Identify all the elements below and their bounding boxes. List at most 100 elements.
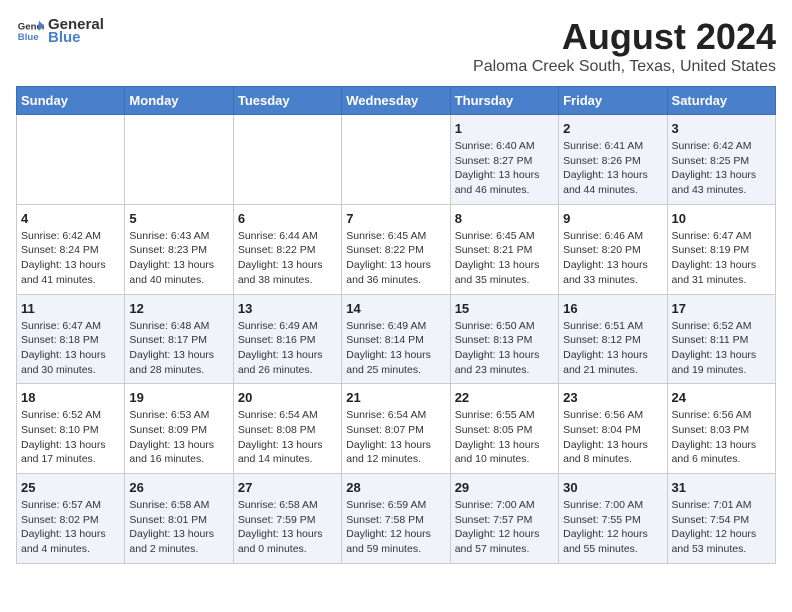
day-number: 1 xyxy=(455,121,554,136)
day-number: 17 xyxy=(672,301,771,316)
day-info: Sunrise: 7:00 AM Sunset: 7:57 PM Dayligh… xyxy=(455,498,554,557)
day-info: Sunrise: 6:43 AM Sunset: 8:23 PM Dayligh… xyxy=(129,229,228,288)
day-number: 7 xyxy=(346,211,445,226)
day-info: Sunrise: 6:45 AM Sunset: 8:21 PM Dayligh… xyxy=(455,229,554,288)
day-number: 26 xyxy=(129,480,228,495)
day-info: Sunrise: 6:47 AM Sunset: 8:19 PM Dayligh… xyxy=(672,229,771,288)
calendar-cell: 25Sunrise: 6:57 AM Sunset: 8:02 PM Dayli… xyxy=(17,474,125,564)
day-number: 9 xyxy=(563,211,662,226)
day-number: 14 xyxy=(346,301,445,316)
calendar-cell xyxy=(17,115,125,205)
day-info: Sunrise: 7:00 AM Sunset: 7:55 PM Dayligh… xyxy=(563,498,662,557)
day-number: 10 xyxy=(672,211,771,226)
day-info: Sunrise: 6:57 AM Sunset: 8:02 PM Dayligh… xyxy=(21,498,120,557)
day-number: 15 xyxy=(455,301,554,316)
calendar-cell: 6 Sunrise: 6:44 AM Sunset: 8:22 PM Daylig… xyxy=(233,204,341,294)
day-number: 23 xyxy=(563,390,662,405)
calendar-cell: 23 Sunrise: 6:56 AM Sunset: 8:04 PM Dayli… xyxy=(559,384,667,474)
day-number: 12 xyxy=(129,301,228,316)
weekday-header-row: SundayMondayTuesdayWednesdayThursdayFrid… xyxy=(17,87,776,115)
calendar-cell: 9Sunrise: 6:46 AM Sunset: 8:20 PM Daylig… xyxy=(559,204,667,294)
day-info: Sunrise: 6:53 AM Sunset: 8:09 PM Dayligh… xyxy=(129,408,228,467)
calendar-cell: 15 Sunrise: 6:50 AM Sunset: 8:13 PM Dayli… xyxy=(450,294,558,384)
weekday-header-thursday: Thursday xyxy=(450,87,558,115)
week-row-5: 25Sunrise: 6:57 AM Sunset: 8:02 PM Dayli… xyxy=(17,474,776,564)
day-number: 16 xyxy=(563,301,662,316)
day-info: Sunrise: 6:58 AM Sunset: 8:01 PM Dayligh… xyxy=(129,498,228,557)
day-number: 29 xyxy=(455,480,554,495)
week-row-3: 11Sunrise: 6:47 AM Sunset: 8:18 PM Dayli… xyxy=(17,294,776,384)
day-info: Sunrise: 6:42 AM Sunset: 8:24 PM Dayligh… xyxy=(21,229,120,288)
calendar-cell: 29 Sunrise: 7:00 AM Sunset: 7:57 PM Dayli… xyxy=(450,474,558,564)
day-number: 19 xyxy=(129,390,228,405)
day-info: Sunrise: 6:54 AM Sunset: 8:08 PM Dayligh… xyxy=(238,408,337,467)
calendar-cell: 2Sunrise: 6:41 AM Sunset: 8:26 PM Daylig… xyxy=(559,115,667,205)
calendar-cell: 8 Sunrise: 6:45 AM Sunset: 8:21 PM Daylig… xyxy=(450,204,558,294)
day-number: 18 xyxy=(21,390,120,405)
week-row-4: 18 Sunrise: 6:52 AM Sunset: 8:10 PM Dayli… xyxy=(17,384,776,474)
calendar-cell: 28 Sunrise: 6:59 AM Sunset: 7:58 PM Dayli… xyxy=(342,474,450,564)
calendar-cell: 30 Sunrise: 7:00 AM Sunset: 7:55 PM Dayli… xyxy=(559,474,667,564)
calendar-cell: 5 Sunrise: 6:43 AM Sunset: 8:23 PM Daylig… xyxy=(125,204,233,294)
main-title: August 2024 xyxy=(473,16,776,58)
calendar-cell: 4 Sunrise: 6:42 AM Sunset: 8:24 PM Daylig… xyxy=(17,204,125,294)
calendar-table: SundayMondayTuesdayWednesdayThursdayFrid… xyxy=(16,86,776,564)
day-info: Sunrise: 6:48 AM Sunset: 8:17 PM Dayligh… xyxy=(129,319,228,378)
calendar-cell xyxy=(125,115,233,205)
day-number: 5 xyxy=(129,211,228,226)
calendar-cell: 10 Sunrise: 6:47 AM Sunset: 8:19 PM Dayli… xyxy=(667,204,775,294)
calendar-cell: 21 Sunrise: 6:54 AM Sunset: 8:07 PM Dayli… xyxy=(342,384,450,474)
day-number: 31 xyxy=(672,480,771,495)
weekday-header-friday: Friday xyxy=(559,87,667,115)
calendar-cell: 20 Sunrise: 6:54 AM Sunset: 8:08 PM Dayli… xyxy=(233,384,341,474)
calendar-cell: 16Sunrise: 6:51 AM Sunset: 8:12 PM Dayli… xyxy=(559,294,667,384)
day-info: Sunrise: 6:44 AM Sunset: 8:22 PM Dayligh… xyxy=(238,229,337,288)
day-info: Sunrise: 6:56 AM Sunset: 8:04 PM Dayligh… xyxy=(563,408,662,467)
weekday-header-tuesday: Tuesday xyxy=(233,87,341,115)
day-info: Sunrise: 6:59 AM Sunset: 7:58 PM Dayligh… xyxy=(346,498,445,557)
day-info: Sunrise: 6:50 AM Sunset: 8:13 PM Dayligh… xyxy=(455,319,554,378)
calendar-cell: 31 Sunrise: 7:01 AM Sunset: 7:54 PM Dayli… xyxy=(667,474,775,564)
svg-text:Blue: Blue xyxy=(18,32,39,43)
day-info: Sunrise: 6:41 AM Sunset: 8:26 PM Dayligh… xyxy=(563,139,662,198)
weekday-header-monday: Monday xyxy=(125,87,233,115)
day-info: Sunrise: 6:52 AM Sunset: 8:10 PM Dayligh… xyxy=(21,408,120,467)
day-info: Sunrise: 6:49 AM Sunset: 8:14 PM Dayligh… xyxy=(346,319,445,378)
day-number: 30 xyxy=(563,480,662,495)
day-info: Sunrise: 6:45 AM Sunset: 8:22 PM Dayligh… xyxy=(346,229,445,288)
calendar-cell: 14 Sunrise: 6:49 AM Sunset: 8:14 PM Dayli… xyxy=(342,294,450,384)
weekday-header-wednesday: Wednesday xyxy=(342,87,450,115)
calendar-cell: 22 Sunrise: 6:55 AM Sunset: 8:05 PM Dayli… xyxy=(450,384,558,474)
calendar-cell: 24 Sunrise: 6:56 AM Sunset: 8:03 PM Dayli… xyxy=(667,384,775,474)
day-info: Sunrise: 6:56 AM Sunset: 8:03 PM Dayligh… xyxy=(672,408,771,467)
day-info: Sunrise: 6:42 AM Sunset: 8:25 PM Dayligh… xyxy=(672,139,771,198)
day-info: Sunrise: 6:55 AM Sunset: 8:05 PM Dayligh… xyxy=(455,408,554,467)
day-number: 20 xyxy=(238,390,337,405)
calendar-cell: 7 Sunrise: 6:45 AM Sunset: 8:22 PM Daylig… xyxy=(342,204,450,294)
calendar-cell: 27Sunrise: 6:58 AM Sunset: 7:59 PM Dayli… xyxy=(233,474,341,564)
day-info: Sunrise: 6:40 AM Sunset: 8:27 PM Dayligh… xyxy=(455,139,554,198)
day-number: 4 xyxy=(21,211,120,226)
day-number: 28 xyxy=(346,480,445,495)
day-info: Sunrise: 6:47 AM Sunset: 8:18 PM Dayligh… xyxy=(21,319,120,378)
day-number: 8 xyxy=(455,211,554,226)
weekday-header-sunday: Sunday xyxy=(17,87,125,115)
calendar-cell: 26 Sunrise: 6:58 AM Sunset: 8:01 PM Dayli… xyxy=(125,474,233,564)
calendar-cell: 19 Sunrise: 6:53 AM Sunset: 8:09 PM Dayli… xyxy=(125,384,233,474)
day-info: Sunrise: 6:58 AM Sunset: 7:59 PM Dayligh… xyxy=(238,498,337,557)
calendar-cell: 1 Sunrise: 6:40 AM Sunset: 8:27 PM Daylig… xyxy=(450,115,558,205)
logo: General Blue General Blue xyxy=(16,16,104,46)
day-number: 3 xyxy=(672,121,771,136)
day-info: Sunrise: 6:54 AM Sunset: 8:07 PM Dayligh… xyxy=(346,408,445,467)
day-info: Sunrise: 6:52 AM Sunset: 8:11 PM Dayligh… xyxy=(672,319,771,378)
week-row-2: 4 Sunrise: 6:42 AM Sunset: 8:24 PM Daylig… xyxy=(17,204,776,294)
day-number: 24 xyxy=(672,390,771,405)
day-number: 22 xyxy=(455,390,554,405)
day-number: 6 xyxy=(238,211,337,226)
day-number: 21 xyxy=(346,390,445,405)
logo-icon: General Blue xyxy=(16,17,44,45)
day-info: Sunrise: 6:49 AM Sunset: 8:16 PM Dayligh… xyxy=(238,319,337,378)
day-info: Sunrise: 7:01 AM Sunset: 7:54 PM Dayligh… xyxy=(672,498,771,557)
calendar-cell: 12 Sunrise: 6:48 AM Sunset: 8:17 PM Dayli… xyxy=(125,294,233,384)
calendar-cell xyxy=(342,115,450,205)
